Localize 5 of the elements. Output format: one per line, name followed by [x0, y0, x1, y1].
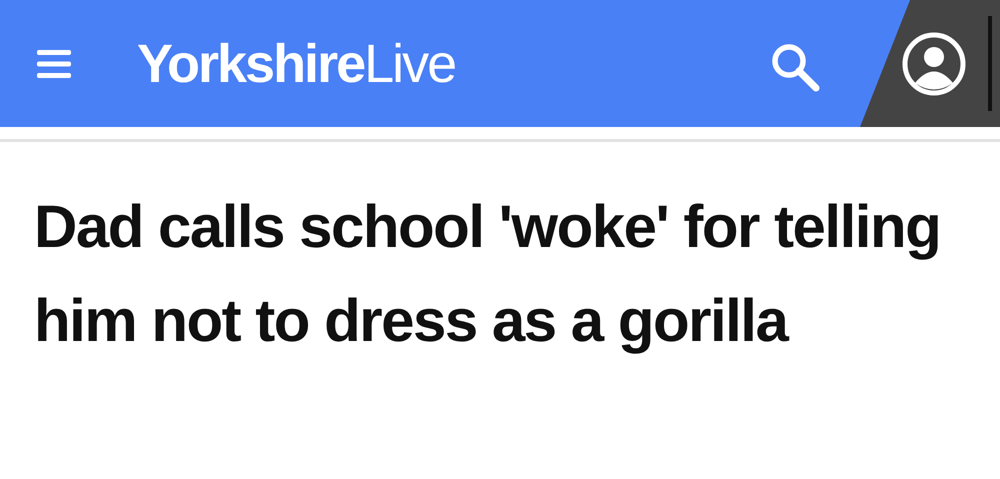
- menu-icon[interactable]: [37, 50, 71, 78]
- search-icon[interactable]: [770, 42, 820, 92]
- profile-icon[interactable]: [902, 32, 966, 96]
- article-headline: Dad calls school 'woke' for telling him not to dress as a gorilla: [34, 192, 942, 356]
- site-logo[interactable]: YorkshireLive: [137, 32, 456, 94]
